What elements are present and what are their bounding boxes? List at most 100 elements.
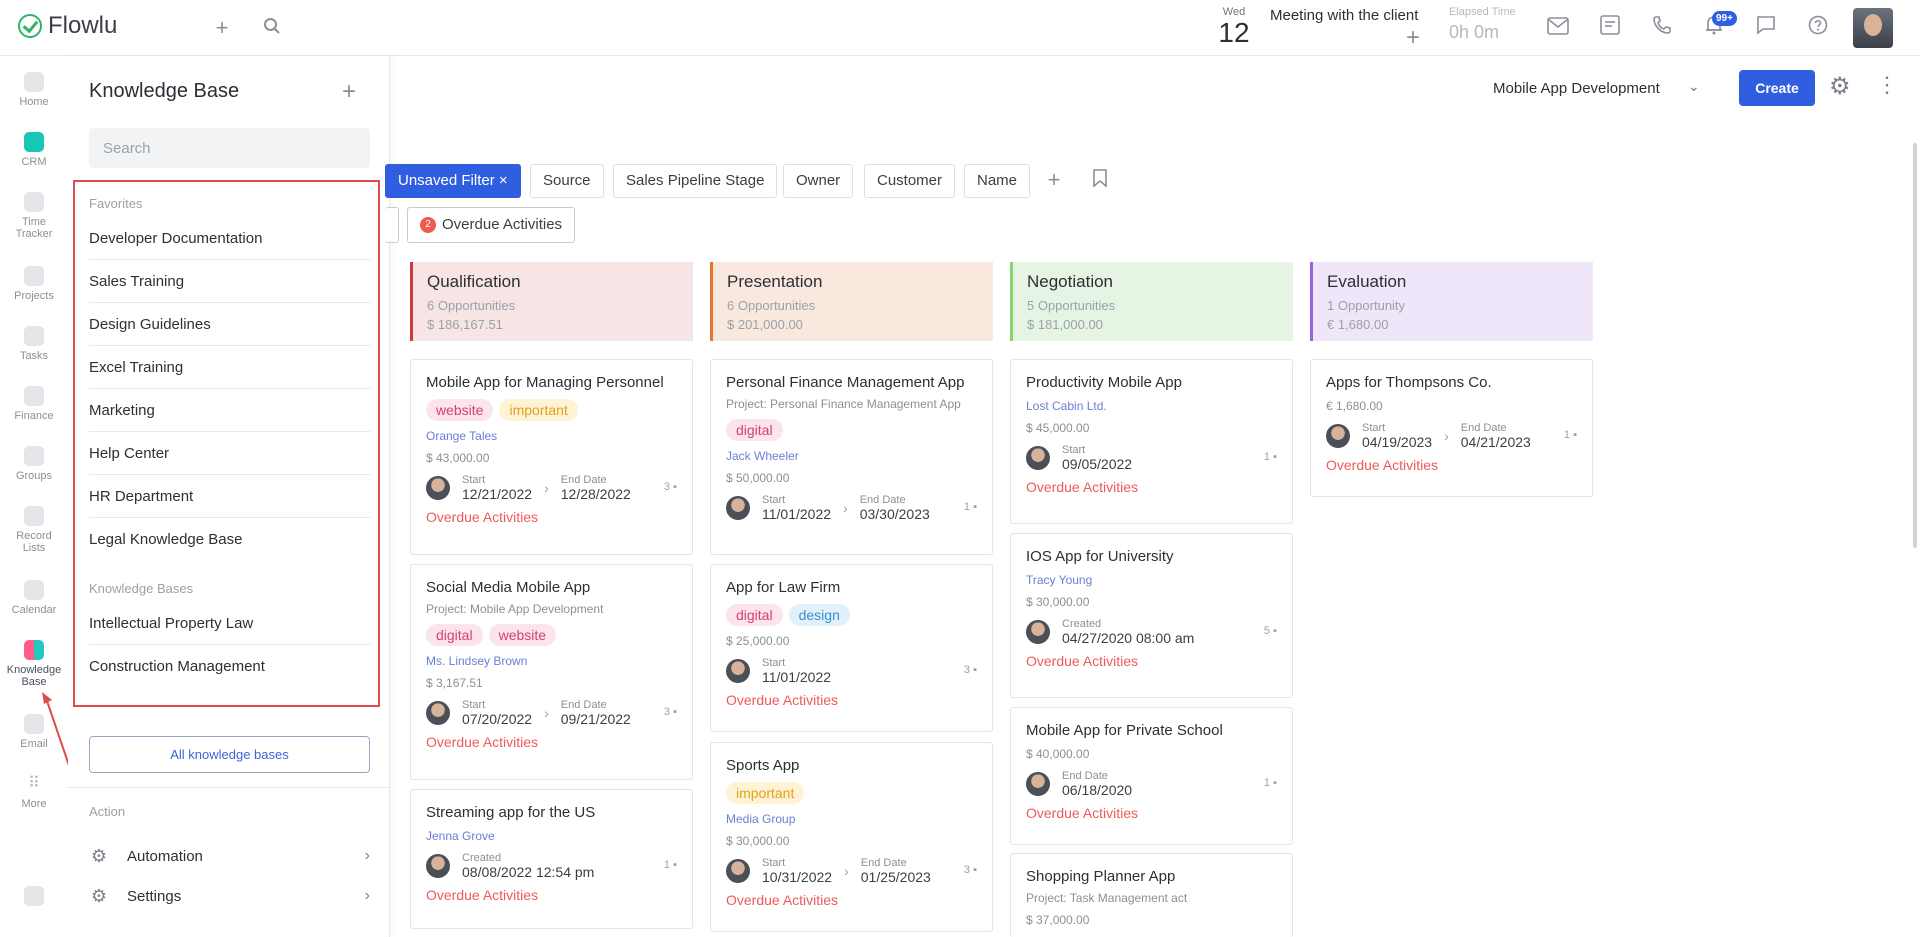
add-filter-plus-icon[interactable]: +	[1040, 166, 1068, 194]
card-client[interactable]: Jack Wheeler	[726, 449, 977, 463]
card-client[interactable]: Orange Tales	[426, 429, 677, 443]
overdue-activities[interactable]: Overdue Activities	[426, 734, 677, 760]
tag: digital	[426, 624, 483, 646]
notification-badge: 99+	[1712, 11, 1737, 26]
end-label: End Date	[860, 857, 907, 869]
next-meeting[interactable]: Meeting with the client	[1270, 7, 1418, 24]
rail-knowledge-base[interactable]: Knowledge Base	[0, 640, 68, 688]
overdue-activities[interactable]: Overdue Activities	[426, 509, 677, 535]
filter-source[interactable]: Source	[530, 164, 604, 198]
calendar-icon	[24, 580, 44, 600]
rail-finance[interactable]: Finance	[0, 386, 68, 422]
card-title: Mobile App for Private School	[1026, 722, 1223, 739]
comments-count: 1 ▪	[1263, 777, 1277, 789]
avatar	[1026, 772, 1050, 796]
opportunity-card[interactable]: Mobile App for Private School $ 40,000.0…	[1010, 707, 1293, 845]
column-count: 5 Opportunities	[1027, 298, 1116, 313]
opportunity-card[interactable]: Mobile App for Managing Personnel websit…	[410, 359, 693, 555]
flowlu-logo[interactable]: Flowlu	[18, 12, 117, 40]
kb-favorite-item[interactable]: Help Center	[89, 432, 370, 475]
add-event-plus-icon[interactable]: +	[1406, 24, 1420, 52]
card-client[interactable]: Lost Cabin Ltd.	[1026, 399, 1277, 413]
rail-calendar[interactable]: Calendar	[0, 580, 68, 616]
all-knowledge-bases-button[interactable]: All knowledge bases	[89, 736, 370, 773]
opportunity-card[interactable]: Social Media Mobile App Project: Mobile …	[410, 564, 693, 780]
search-icon[interactable]	[258, 14, 286, 42]
settings-item[interactable]: ⚙ Settings ›	[89, 878, 370, 914]
rail-crm[interactable]: CRM	[0, 132, 68, 168]
filter-name[interactable]: Name	[964, 164, 1031, 198]
chevron-right-icon: ›	[364, 887, 370, 904]
card-client[interactable]: Media Group	[726, 812, 977, 826]
kb-base-item[interactable]: Intellectual Property Law	[89, 602, 370, 645]
rail-record-lists[interactable]: Record Lists	[0, 506, 68, 554]
more-vertical-icon[interactable]: ⋮	[1876, 72, 1898, 98]
bookmark-icon[interactable]	[1086, 166, 1114, 194]
start-label: Start	[1062, 444, 1086, 456]
settings-label: Settings	[127, 887, 182, 905]
time-tracker-widget[interactable]: Elapsed Time 0h 0m	[1449, 6, 1516, 43]
start-date: 09/05/2022	[1062, 456, 1133, 472]
help-icon[interactable]	[1804, 14, 1832, 42]
comments-count: 1 ▪	[1563, 429, 1577, 441]
filter-owner[interactable]: Owner	[783, 164, 854, 198]
project-selector[interactable]: Mobile App Development	[1493, 80, 1660, 97]
rail-groups[interactable]: Groups	[0, 446, 68, 482]
kb-favorite-item[interactable]: Design Guidelines	[89, 303, 370, 346]
logo-text: Flowlu	[48, 12, 118, 39]
opportunity-card[interactable]: App for Law Firm digital design $ 25,000.…	[710, 564, 993, 732]
opportunity-card[interactable]: Sports App important Media Group $ 30,00…	[710, 742, 993, 932]
mail-icon[interactable]	[1544, 14, 1572, 42]
add-knowledge-base-plus-icon[interactable]: +	[342, 78, 356, 106]
opportunity-card[interactable]: Personal Finance Management App Project:…	[710, 359, 993, 555]
overdue-activities[interactable]: Overdue Activities	[426, 887, 677, 913]
tag: design	[788, 604, 850, 626]
overdue-activities[interactable]: Overdue Activities	[1026, 479, 1277, 505]
card-title: Streaming app for the US	[426, 804, 596, 821]
overdue-activities[interactable]: Overdue Activities	[1026, 805, 1277, 831]
card-client[interactable]: Tracy Young	[1026, 573, 1277, 587]
quick-add-plus-icon[interactable]: +	[208, 14, 236, 42]
calendar-date[interactable]: Wed 12	[1214, 6, 1254, 48]
opportunity-card[interactable]: IOS App for University Tracy Young $ 30,…	[1010, 533, 1293, 698]
filter-sales-pipeline-stage[interactable]: Sales Pipeline Stage	[613, 164, 778, 198]
filter-customer[interactable]: Customer	[864, 164, 956, 198]
rail-tasks[interactable]: Tasks	[0, 326, 68, 362]
automation-item[interactable]: ⚙︎ Automation ›	[89, 838, 370, 874]
automation-label: Automation	[127, 847, 203, 865]
chat-icon[interactable]	[1752, 14, 1780, 42]
kb-favorite-item[interactable]: HR Department	[89, 475, 370, 518]
comments-count: 3 ▪	[663, 706, 677, 718]
card-project: Project: Task Management act	[1026, 891, 1188, 905]
overdue-activities[interactable]: Overdue Activities	[1026, 653, 1277, 679]
rail-projects[interactable]: Projects	[0, 266, 68, 302]
chevron-down-icon[interactable]: ⌄	[1688, 78, 1700, 95]
rail-home[interactable]: Home	[0, 72, 68, 108]
create-button[interactable]: Create	[1739, 70, 1815, 106]
opportunity-card[interactable]: Apps for Thompsons Co. € 1,680.00 Start 0…	[1310, 359, 1593, 497]
opportunity-card[interactable]: Productivity Mobile App Lost Cabin Ltd. …	[1010, 359, 1293, 524]
overdue-activities[interactable]: Overdue Activities	[726, 892, 977, 918]
card-client[interactable]: Jenna Grove	[426, 829, 677, 843]
phone-icon[interactable]	[1648, 14, 1676, 42]
gear-icon[interactable]: ⚙	[1829, 72, 1851, 101]
opportunity-card[interactable]: Streaming app for the US Jenna Grove Cre…	[410, 789, 693, 929]
kb-favorite-item[interactable]: Sales Training	[89, 260, 370, 303]
kb-search-input[interactable]	[89, 128, 370, 168]
column-title: Qualification	[427, 272, 521, 291]
overdue-activities[interactable]: Overdue Activities	[726, 692, 977, 718]
notes-icon[interactable]	[1596, 14, 1624, 42]
vertical-scrollbar[interactable]	[1913, 143, 1917, 548]
card-client[interactable]: Ms. Lindsey Brown	[426, 654, 677, 668]
kb-favorite-item[interactable]: Marketing	[89, 389, 370, 432]
kb-favorite-item[interactable]: Developer Documentation	[89, 217, 370, 260]
rail-time-tracker[interactable]: Time Tracker	[0, 192, 68, 240]
kb-favorite-item[interactable]: Excel Training	[89, 346, 370, 389]
user-avatar[interactable]	[1853, 8, 1893, 48]
kb-favorite-item[interactable]: Legal Knowledge Base	[89, 518, 370, 561]
unsaved-filter-chip[interactable]: Unsaved Filter ×	[385, 164, 521, 198]
kb-base-item[interactable]: Construction Management	[89, 645, 370, 688]
opportunity-card[interactable]: Shopping Planner App Project: Task Manag…	[1010, 853, 1293, 937]
overdue-activities[interactable]: Overdue Activities	[1326, 457, 1577, 483]
overdue-activities-filter[interactable]: 2 Overdue Activities	[407, 207, 576, 243]
